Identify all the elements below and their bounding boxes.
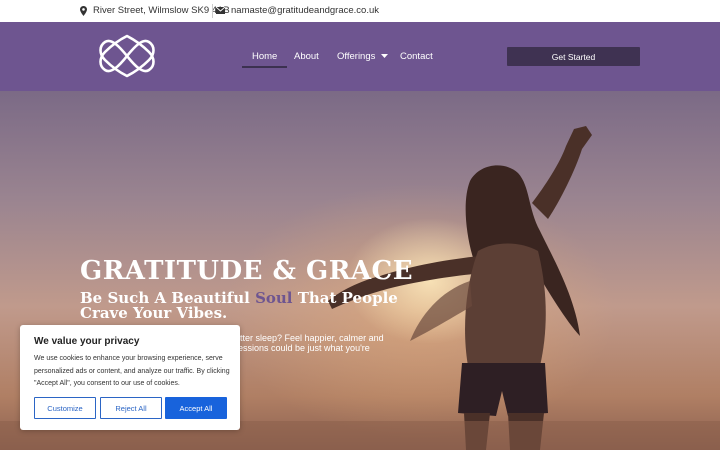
infinity-heart-logo[interactable] bbox=[97, 32, 157, 80]
map-pin-icon bbox=[80, 5, 87, 16]
chevron-down-icon bbox=[381, 54, 389, 58]
reject-all-button[interactable]: Reject All bbox=[100, 397, 162, 419]
nav-item-offerings[interactable]: Offerings bbox=[337, 51, 389, 62]
nav-label: Offerings bbox=[337, 51, 376, 62]
main-header: Home About Offerings Contact Get Started bbox=[0, 22, 720, 91]
nav-label: Home bbox=[252, 51, 278, 62]
cookie-text: We use cookies to enhance your browsing … bbox=[34, 355, 230, 387]
nav-label: About bbox=[294, 51, 319, 62]
hero-title: GRATITUDE & GRACE bbox=[80, 256, 414, 286]
nav-item-about[interactable]: About bbox=[294, 51, 319, 62]
envelope-icon bbox=[216, 7, 225, 14]
email-info[interactable]: namaste@gratitudeandgrace.co.uk bbox=[216, 5, 379, 16]
cookie-consent-banner: We value your privacy We use cookies to … bbox=[20, 325, 240, 430]
customize-button[interactable]: Customize bbox=[34, 397, 96, 419]
top-info-bar: River Street, Wilmslow SK9 4AB namaste@g… bbox=[0, 0, 720, 22]
accept-all-button[interactable]: Accept All bbox=[165, 397, 227, 419]
divider bbox=[212, 4, 213, 18]
cookie-title: We value your privacy bbox=[34, 336, 140, 347]
tagline-highlight: Soul bbox=[255, 289, 293, 307]
hero-tagline: Be Such A Beautiful Soul That People Cra… bbox=[80, 291, 410, 321]
nav-label: Contact bbox=[400, 51, 433, 62]
email-link[interactable]: namaste@gratitudeandgrace.co.uk bbox=[231, 5, 379, 16]
nav-item-contact[interactable]: Contact bbox=[400, 51, 433, 62]
get-started-button[interactable]: Get Started bbox=[507, 47, 640, 66]
nav-item-home[interactable]: Home bbox=[241, 51, 288, 68]
address-info: River Street, Wilmslow SK9 4AB bbox=[80, 5, 230, 16]
address-text: River Street, Wilmslow SK9 4AB bbox=[93, 5, 230, 16]
